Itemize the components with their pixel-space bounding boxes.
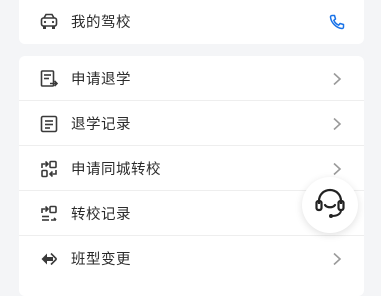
menu-item-label: 退学记录	[71, 117, 131, 133]
transfer-record-icon	[39, 204, 59, 224]
document-list-icon	[39, 114, 59, 134]
menu-item-label: 转校记录	[71, 207, 131, 223]
class-change-icon	[39, 249, 59, 269]
car-icon	[39, 12, 59, 32]
phone-icon[interactable]	[328, 13, 346, 31]
my-driving-school-card[interactable]: 我的驾校	[19, 0, 364, 44]
menu-item-apply-withdraw[interactable]: 申请退学	[19, 56, 364, 101]
school-actions-menu: 申请退学 退学记录 申请同城转校 转校记录 班型变更	[19, 56, 364, 296]
menu-item-label: 申请同城转校	[71, 162, 161, 178]
chevron-right-icon	[330, 162, 344, 176]
chevron-right-icon	[330, 252, 344, 266]
withdraw-apply-icon	[39, 69, 59, 89]
menu-item-label: 班型变更	[71, 252, 131, 268]
customer-service-button[interactable]	[302, 177, 358, 233]
menu-item-label: 申请退学	[71, 72, 131, 88]
menu-item-withdraw-records[interactable]: 退学记录	[19, 101, 364, 146]
my-driving-school-label: 我的驾校	[71, 15, 131, 31]
chevron-right-icon	[330, 72, 344, 86]
my-driving-school-row[interactable]: 我的驾校	[19, 0, 364, 44]
customer-service-icon	[310, 183, 350, 227]
transfer-apply-icon	[39, 159, 59, 179]
menu-item-class-change[interactable]: 班型变更	[19, 236, 364, 281]
chevron-right-icon	[330, 117, 344, 131]
